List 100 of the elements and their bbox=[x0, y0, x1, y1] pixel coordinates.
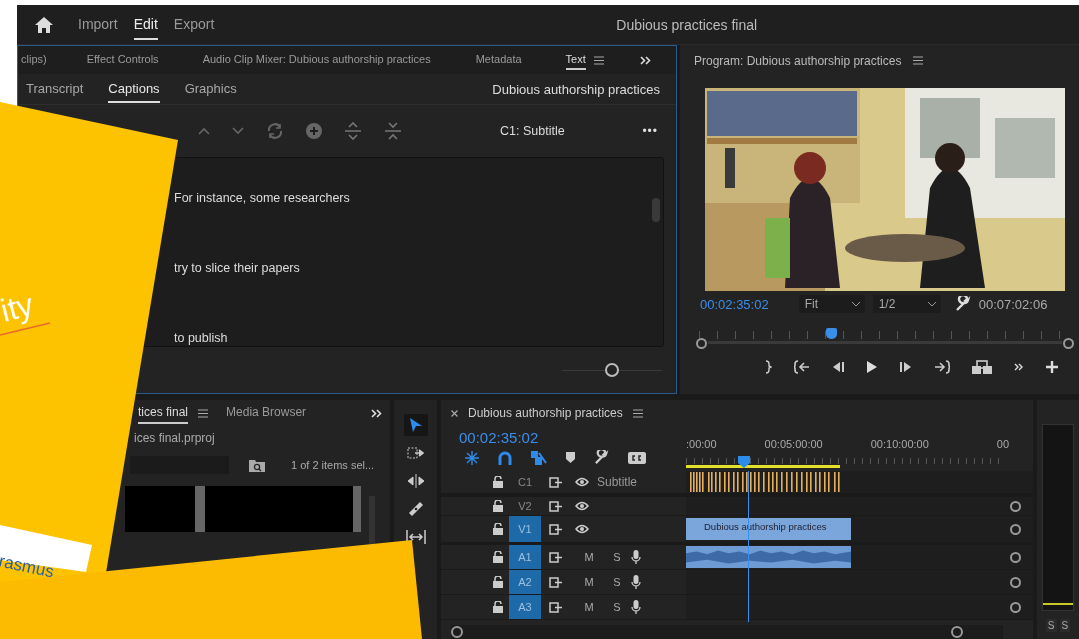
panel-tab[interactable]: tices final bbox=[138, 402, 189, 424]
caption-tab[interactable]: Captions bbox=[108, 75, 160, 103]
mute-toggle[interactable]: M bbox=[575, 601, 603, 613]
playhead[interactable] bbox=[826, 328, 838, 339]
zoom-dropdown[interactable]: Fit bbox=[798, 295, 865, 313]
workspace-tab[interactable]: Edit bbox=[133, 9, 158, 40]
export-frame-icon[interactable] bbox=[972, 360, 992, 374]
video-clip[interactable]: Dubious authorship practices bbox=[686, 518, 851, 540]
search-folder-icon[interactable] bbox=[249, 458, 265, 472]
go-to-out-icon[interactable] bbox=[934, 360, 950, 374]
panel-tab[interactable]: Media Browser bbox=[226, 402, 307, 424]
chevron-down-icon[interactable] bbox=[232, 127, 244, 135]
sync-lock-icon[interactable] bbox=[549, 551, 563, 563]
chevrons-icon[interactable] bbox=[371, 408, 382, 418]
step-forward-icon[interactable] bbox=[900, 361, 912, 373]
caption-text[interactable]: to publish bbox=[174, 331, 228, 345]
mute-toggle[interactable]: M bbox=[575, 551, 603, 563]
chevrons-icon[interactable] bbox=[639, 55, 651, 65]
add-icon[interactable] bbox=[1046, 361, 1058, 373]
panel-tab[interactable]: Metadata bbox=[475, 50, 522, 70]
sync-lock-icon[interactable] bbox=[549, 476, 563, 488]
panel-tab[interactable]: Text bbox=[565, 50, 586, 70]
lock-icon[interactable] bbox=[493, 576, 503, 588]
eye-icon[interactable] bbox=[575, 524, 589, 534]
home-icon[interactable] bbox=[34, 15, 54, 34]
lock-icon[interactable] bbox=[493, 523, 503, 535]
scrollbar-thumb[interactable] bbox=[652, 198, 660, 222]
panel-tab[interactable]: Audio Clip Mixer: Dubious authorship practices bbox=[202, 50, 431, 70]
linked-selection-icon[interactable] bbox=[531, 450, 547, 465]
sync-lock-icon[interactable] bbox=[549, 601, 563, 613]
solo-toggle[interactable]: S bbox=[1059, 619, 1071, 632]
track-target[interactable]: V2 bbox=[509, 497, 541, 515]
lock-icon[interactable] bbox=[493, 500, 503, 512]
sequence-tab[interactable]: Dubious authorship practices bbox=[468, 406, 623, 420]
scroll-handle[interactable] bbox=[451, 626, 463, 638]
track-height-handle[interactable] bbox=[1010, 601, 1021, 613]
clip-thumbnail[interactable] bbox=[125, 486, 205, 532]
solo-toggle[interactable]: S bbox=[603, 601, 631, 613]
track-height-handle[interactable] bbox=[1010, 523, 1021, 535]
out-point-handle[interactable] bbox=[1063, 338, 1074, 349]
eye-icon[interactable] bbox=[575, 477, 589, 487]
clip-thumbnail[interactable] bbox=[205, 486, 361, 532]
sync-lock-icon[interactable] bbox=[549, 523, 563, 535]
lock-icon[interactable] bbox=[493, 551, 503, 563]
wrench-icon[interactable] bbox=[954, 296, 971, 312]
marker-icon[interactable] bbox=[566, 452, 575, 463]
lock-icon[interactable] bbox=[493, 476, 503, 488]
track-height-handle[interactable] bbox=[1010, 576, 1021, 588]
solo-toggle[interactable]: S bbox=[1045, 619, 1057, 632]
caption-clips[interactable] bbox=[688, 472, 843, 492]
close-icon[interactable] bbox=[451, 409, 458, 417]
workspace-tab[interactable]: Import bbox=[78, 9, 118, 40]
nest-icon[interactable] bbox=[465, 450, 479, 465]
mark-out-icon[interactable] bbox=[764, 360, 772, 374]
sync-lock-icon[interactable] bbox=[549, 576, 563, 588]
panel-tab[interactable]: clips) bbox=[21, 50, 47, 70]
caption-tab[interactable]: Transcript bbox=[26, 75, 84, 103]
resolution-dropdown[interactable]: 1/2 bbox=[872, 295, 941, 313]
panel-tab[interactable]: Effect Controls bbox=[86, 50, 159, 70]
caption-text[interactable]: For instance, some researchers bbox=[174, 191, 350, 205]
tool-button[interactable] bbox=[403, 414, 428, 436]
menu-icon[interactable] bbox=[632, 408, 643, 418]
workspace-tab[interactable]: Export bbox=[173, 9, 215, 40]
in-point-handle[interactable] bbox=[696, 338, 707, 349]
menu-icon[interactable] bbox=[593, 55, 604, 65]
horizontal-scrollbar[interactable] bbox=[451, 625, 1003, 639]
mute-toggle[interactable]: M bbox=[575, 576, 603, 588]
step-back-icon[interactable] bbox=[832, 361, 844, 373]
track-target[interactable]: C1 bbox=[509, 471, 541, 493]
lock-icon[interactable] bbox=[493, 601, 503, 613]
track-height-handle[interactable] bbox=[1010, 551, 1021, 563]
audio-clip[interactable] bbox=[686, 546, 851, 568]
timecode[interactable]: 00:02:35:02 bbox=[459, 429, 686, 446]
microphone-icon[interactable] bbox=[631, 550, 641, 564]
solo-toggle[interactable]: S bbox=[603, 551, 631, 563]
merge-icon[interactable] bbox=[384, 122, 402, 140]
playhead[interactable] bbox=[737, 456, 750, 468]
caption-text[interactable]: try to slice their papers bbox=[174, 261, 300, 275]
microphone-icon[interactable] bbox=[631, 575, 641, 589]
captions-icon[interactable] bbox=[628, 451, 646, 464]
solo-toggle[interactable]: S bbox=[603, 576, 631, 588]
chevrons-icon[interactable] bbox=[1014, 363, 1024, 371]
timecode[interactable]: 00:02:35:02 bbox=[700, 296, 769, 312]
scroll-handle[interactable] bbox=[951, 626, 963, 638]
caption-tab[interactable]: Graphics bbox=[184, 75, 237, 103]
snap-icon[interactable] bbox=[498, 450, 512, 465]
chevron-up-icon[interactable] bbox=[198, 127, 210, 135]
menu-icon[interactable] bbox=[913, 56, 924, 65]
play-icon[interactable] bbox=[866, 360, 878, 374]
slider-thumb[interactable] bbox=[605, 363, 619, 377]
menu-icon[interactable] bbox=[198, 408, 209, 418]
refresh-icon[interactable] bbox=[266, 123, 284, 139]
wrench-icon[interactable] bbox=[594, 450, 609, 465]
microphone-icon[interactable] bbox=[631, 600, 641, 614]
split-icon[interactable] bbox=[344, 122, 362, 140]
track-height-handle[interactable] bbox=[1010, 500, 1021, 512]
go-to-in-icon[interactable] bbox=[794, 360, 810, 374]
eye-icon[interactable] bbox=[575, 501, 589, 511]
more-button[interactable]: ••• bbox=[642, 124, 658, 138]
sync-lock-icon[interactable] bbox=[549, 500, 563, 512]
